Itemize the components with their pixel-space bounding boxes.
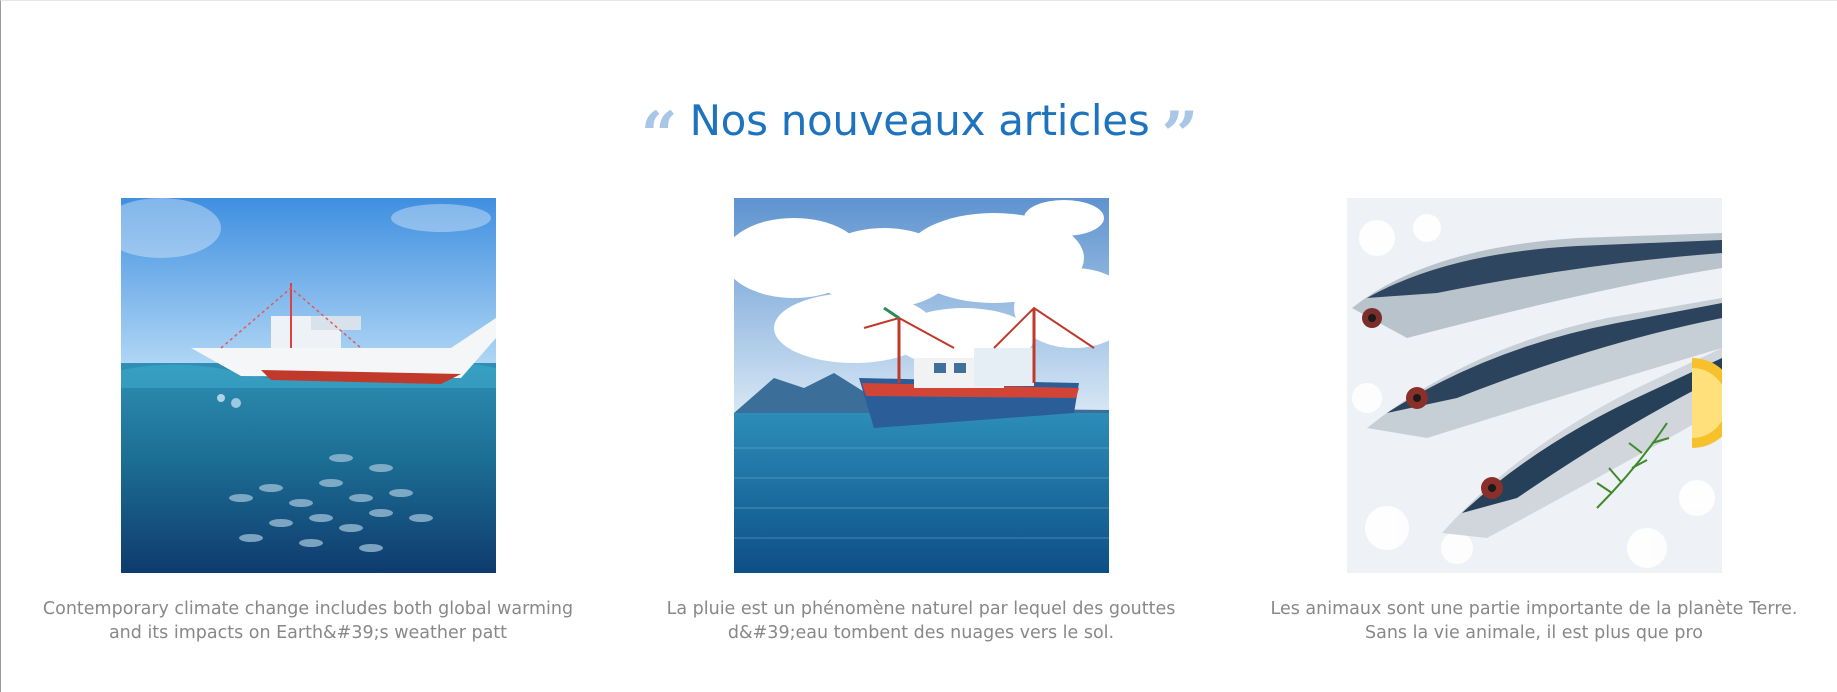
article-excerpt: La pluie est un phénomène naturel par le… <box>666 599 1176 643</box>
mackerel-image <box>1346 198 1722 573</box>
article-card: La pluie est un phénomène naturel par le… <box>641 198 1201 645</box>
close-quote-icon: ” <box>1161 104 1199 148</box>
article-excerpt: Les animaux sont une partie importante d… <box>1270 599 1798 643</box>
section-title: Nos nouveaux articles <box>689 96 1150 145</box>
fishing-boat-image <box>733 198 1109 573</box>
articles-grid: Contemporary climate change includes bot… <box>1 198 1837 658</box>
article-image-link[interactable] <box>120 198 496 573</box>
article-image-link[interactable] <box>1346 198 1722 573</box>
boat-underwater-image <box>120 198 496 573</box>
page: “ Nos nouveaux articles ” Contemporary c… <box>0 0 1837 692</box>
article-image-link[interactable] <box>733 198 1109 573</box>
open-quote-icon: “ <box>640 104 678 148</box>
article-card: Les animaux sont une partie importante d… <box>1254 198 1814 645</box>
article-card: Contemporary climate change includes bot… <box>28 198 588 645</box>
section-heading: “ Nos nouveaux articles ” <box>1 93 1837 153</box>
heading-inner: “ Nos nouveaux articles ” <box>641 93 1199 149</box>
article-excerpt: Contemporary climate change includes bot… <box>42 599 574 643</box>
